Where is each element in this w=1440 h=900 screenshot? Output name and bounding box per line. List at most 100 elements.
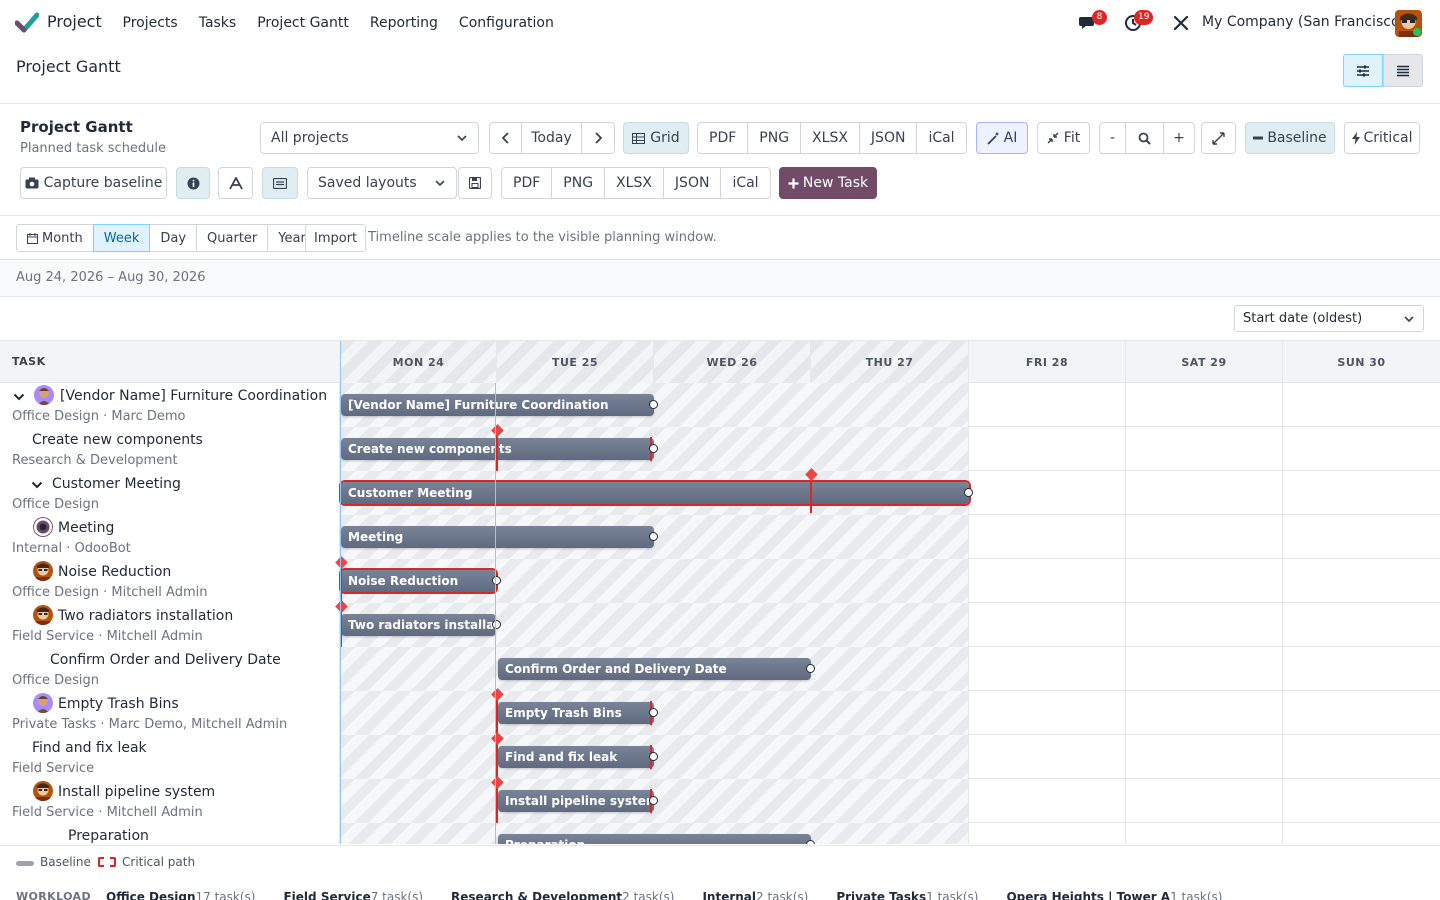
task-bar[interactable]: Meeting — [341, 526, 654, 548]
dependency-handle[interactable] — [649, 752, 658, 761]
gantt-view-button[interactable] — [1343, 54, 1383, 87]
export-ical-button[interactable]: iCal — [917, 123, 965, 153]
today-button[interactable]: Today — [522, 123, 582, 153]
task-title[interactable]: Create new components — [32, 432, 203, 448]
menu-configuration[interactable]: Configuration — [448, 15, 564, 31]
task-bar[interactable]: Two radiators installation — [341, 614, 496, 636]
scale-day-button[interactable]: Day — [149, 224, 198, 252]
dependency-handle[interactable] — [806, 664, 815, 673]
task-bar[interactable]: Find and fix leak — [498, 746, 654, 768]
critical-path-button[interactable]: Critical — [1344, 122, 1420, 154]
gantt-row[interactable]: Meeting Internal · OdooBot Meeting — [0, 515, 1440, 559]
task-title[interactable]: Two radiators installation — [58, 608, 233, 624]
task-bar[interactable]: Confirm Order and Delivery Date — [498, 658, 811, 680]
gantt-row[interactable]: Create new components Research & Develop… — [0, 424, 1440, 471]
dependency-handle[interactable] — [649, 532, 658, 541]
info-button[interactable] — [176, 167, 210, 199]
export-json-button-2[interactable]: JSON — [664, 168, 722, 198]
dependency-handle[interactable] — [964, 488, 973, 497]
task-title[interactable]: Install pipeline system — [58, 784, 215, 800]
user-avatar[interactable] — [1395, 10, 1422, 37]
export-pdf-button-2[interactable]: PDF — [502, 168, 553, 198]
gantt-row[interactable]: Empty Trash Bins Private Tasks · Marc De… — [0, 688, 1440, 735]
new-task-button[interactable]: New Task — [779, 167, 877, 199]
dependency-handle[interactable] — [492, 620, 501, 629]
task-title[interactable]: [Vendor Name] Furniture Coordination — [60, 388, 327, 404]
chevron-down-icon[interactable] — [13, 391, 25, 403]
app-name[interactable]: Project — [47, 12, 102, 31]
task-label-cell[interactable]: Preparation — [0, 823, 340, 844]
task-title[interactable]: Find and fix leak — [32, 740, 147, 756]
font-settings-button[interactable] — [218, 167, 253, 199]
project-filter-select[interactable]: All projects — [260, 122, 479, 154]
gantt-row[interactable]: Find and fix leak Field Service Find and… — [0, 732, 1440, 779]
baseline-toggle-button[interactable]: Baseline — [1245, 122, 1335, 154]
task-label-cell[interactable]: Install pipeline system Field Service · … — [0, 779, 340, 823]
dependency-handle[interactable] — [492, 576, 501, 585]
task-title[interactable]: Empty Trash Bins — [58, 696, 179, 712]
task-bar[interactable]: [Vendor Name] Furniture Coordination — [341, 394, 654, 416]
export-png-button[interactable]: PNG — [748, 123, 802, 153]
dependency-handle[interactable] — [649, 796, 658, 805]
scale-week-button[interactable]: Week — [92, 224, 151, 252]
gantt-row[interactable]: Install pipeline system Field Service · … — [0, 776, 1440, 823]
scale-month-button[interactable]: Month — [16, 224, 94, 252]
export-ical-button-2[interactable]: iCal — [721, 168, 769, 198]
previous-period-button[interactable] — [490, 123, 522, 153]
menu-projects[interactable]: Projects — [112, 15, 188, 31]
fullscreen-button[interactable] — [1201, 122, 1236, 154]
gantt-row[interactable]: [Vendor Name] Furniture Coordination Off… — [0, 383, 1440, 427]
next-period-button[interactable] — [582, 123, 614, 153]
capture-baseline-button[interactable]: Capture baseline — [20, 167, 167, 199]
task-label-cell[interactable]: Two radiators installation Field Service… — [0, 603, 340, 647]
export-json-button[interactable]: JSON — [860, 123, 918, 153]
task-label-cell[interactable]: Empty Trash Bins Private Tasks · Marc De… — [0, 691, 340, 735]
gantt-row[interactable]: Noise Reduction Office Design · Mitchell… — [0, 556, 1440, 603]
save-layout-button[interactable] — [458, 167, 492, 199]
task-label-cell[interactable]: Noise Reduction Office Design · Mitchell… — [0, 559, 340, 603]
dependency-handle[interactable] — [649, 400, 658, 409]
gantt-row[interactable]: Preparation Preparation — [0, 823, 1440, 844]
dependency-handle[interactable] — [806, 840, 815, 844]
task-title[interactable]: Customer Meeting — [52, 476, 181, 492]
menu-tasks[interactable]: Tasks — [188, 15, 247, 31]
chevron-down-icon[interactable] — [31, 479, 43, 491]
task-bar[interactable]: Empty Trash Bins — [498, 702, 654, 724]
debug-tools-icon[interactable] — [1171, 13, 1191, 33]
menu-project-gantt[interactable]: Project Gantt — [247, 15, 360, 31]
sort-select[interactable]: Start date (oldest) — [1234, 305, 1424, 332]
task-label-cell[interactable]: Create new components Research & Develop… — [0, 427, 340, 471]
export-pdf-button[interactable]: PDF — [698, 123, 749, 153]
export-xlsx-button-2[interactable]: XLSX — [605, 168, 664, 198]
task-bar[interactable]: Install pipeline system — [498, 790, 654, 812]
export-png-button-2[interactable]: PNG — [552, 168, 606, 198]
task-title[interactable]: Meeting — [58, 520, 114, 536]
task-label-cell[interactable]: Find and fix leak Field Service — [0, 735, 340, 779]
task-label-cell[interactable]: [Vendor Name] Furniture Coordination Off… — [0, 383, 340, 427]
grid-toggle-button[interactable]: Grid — [623, 122, 689, 154]
menu-reporting[interactable]: Reporting — [359, 15, 448, 31]
gantt-row[interactable]: Confirm Order and Delivery Date Office D… — [0, 647, 1440, 691]
task-label-cell[interactable]: Confirm Order and Delivery Date Office D… — [0, 647, 340, 691]
task-bar[interactable]: Customer Meeting — [341, 482, 969, 504]
gantt-row[interactable]: Customer Meeting Office Design Customer … — [0, 468, 1440, 515]
import-button[interactable]: Import — [305, 224, 367, 252]
task-bar[interactable]: Preparation — [498, 834, 811, 844]
list-view-button[interactable] — [1383, 54, 1423, 87]
ai-button[interactable]: AI — [976, 122, 1028, 154]
export-xlsx-button[interactable]: XLSX — [801, 123, 860, 153]
task-title[interactable]: Confirm Order and Delivery Date — [50, 652, 281, 668]
task-label-cell[interactable]: Customer Meeting Office Design — [0, 471, 340, 515]
company-switcher[interactable]: My Company (San Francisco) — [1202, 14, 1405, 30]
task-label-cell[interactable]: Meeting Internal · OdooBot — [0, 515, 340, 559]
dependency-handle[interactable] — [649, 444, 658, 453]
task-bar[interactable]: Noise Reduction — [341, 570, 496, 592]
display-settings-button[interactable] — [262, 167, 298, 199]
zoom-out-button[interactable]: - — [1100, 123, 1126, 153]
dependency-handle[interactable] — [649, 708, 658, 717]
scale-quarter-button[interactable]: Quarter — [196, 224, 269, 252]
task-title[interactable]: Preparation — [68, 828, 149, 844]
saved-layouts-select[interactable]: Saved layouts — [307, 167, 457, 199]
zoom-search-button[interactable] — [1126, 123, 1164, 153]
gantt-row[interactable]: Two radiators installation Field Service… — [0, 600, 1440, 647]
